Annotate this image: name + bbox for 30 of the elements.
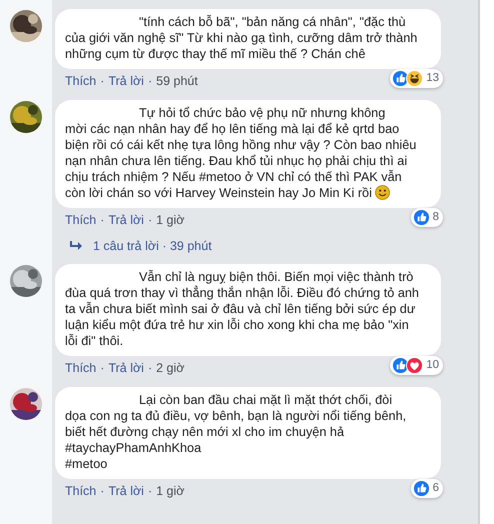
separator-dot: · (148, 212, 152, 229)
separator-dot: · (148, 73, 152, 90)
replies-link[interactable]: 1 câu trả lời · 39 phút (93, 236, 212, 256)
action-link[interactable]: Thích (65, 359, 96, 378)
separator-dot: · (100, 483, 104, 500)
reaction-summary[interactable]: 10 (390, 356, 443, 376)
action-link[interactable]: Trả lời (108, 359, 144, 378)
reaction-summary[interactable]: 6 (410, 478, 443, 498)
reaction-summary[interactable]: 13 (390, 68, 443, 88)
action-link[interactable]: Thích (65, 72, 96, 91)
separator-dot: · (100, 73, 104, 90)
action-link[interactable]: Trả lời (108, 72, 144, 91)
comment-time: 2 giờ (156, 360, 184, 378)
action-link[interactable]: Thích (65, 210, 96, 230)
comment-text: Lại còn ban đầu chai mặt lì mặt thớt chối, đòi dọa con ng ta đủ điều, vợ bênh, bạn là người nổi tiếng bênh, biết hết đường chạy nên mới xl cho im chuyện hả #taychayPhamAnhKhoa #metoo (65, 392, 408, 472)
comment-time: 59 phút (156, 73, 198, 90)
action-link[interactable]: Thích (65, 482, 96, 501)
reply-arrow-icon (69, 240, 83, 252)
comment-text: "tính cách bỗ bã", "bản năng cá nhân", "đặc thù của giới văn nghệ sĩ" Từ khi nào gạ tình, cưỡng dâm trở thành những cụm từ được thay thế mĩ miều thế ? Chán chê (65, 14, 418, 62)
comment-time: 1 giờ (156, 483, 184, 500)
action-link[interactable]: Trả lời (108, 482, 144, 501)
separator-dot: · (100, 212, 104, 229)
reaction-summary[interactable]: 8 (410, 208, 443, 227)
comment-text: Vẫn chỉ là nguỵ biện thôi. Biến mọi việc thành trò đùa quá trơn thay vì thẳng thắn nhận lỗi. Điều đó chứng tỏ anh ta vẫn chưa biết mình sai ở đâu và chỉ lên tiếng bởi sức ép dư luận kiểu một đứa trẻ hư xin lỗi cho xong khi cha mẹ bảo "xin lỗi đi" thôi. (65, 269, 420, 350)
separator-dot: · (148, 483, 152, 500)
action-link[interactable]: Trả lời (108, 210, 144, 230)
separator-dot: · (100, 360, 104, 378)
separator-dot: · (148, 360, 152, 378)
comment-text: Tự hỏi tổ chức bảo vệ phụ nữ nhưng không mời các nạn nhân hay để họ lên tiếng mà lại để kẻ qrtd bao biện rồi có cái kết nhẹ tựa lông hồng như vậy ? Còn bao nhiêu nạn nhân chưa lên tiếng. Đau khổ tủi nhục họ phải chịu thì ai chịu trách nhiệm ? Nếu #metoo ở VN chỉ có thế thì PAK vẫn còn lời chán so với Harvey Weinstein hay Jo Min Ki rồi (65, 104, 418, 201)
comment-time: 1 giờ (156, 212, 184, 229)
